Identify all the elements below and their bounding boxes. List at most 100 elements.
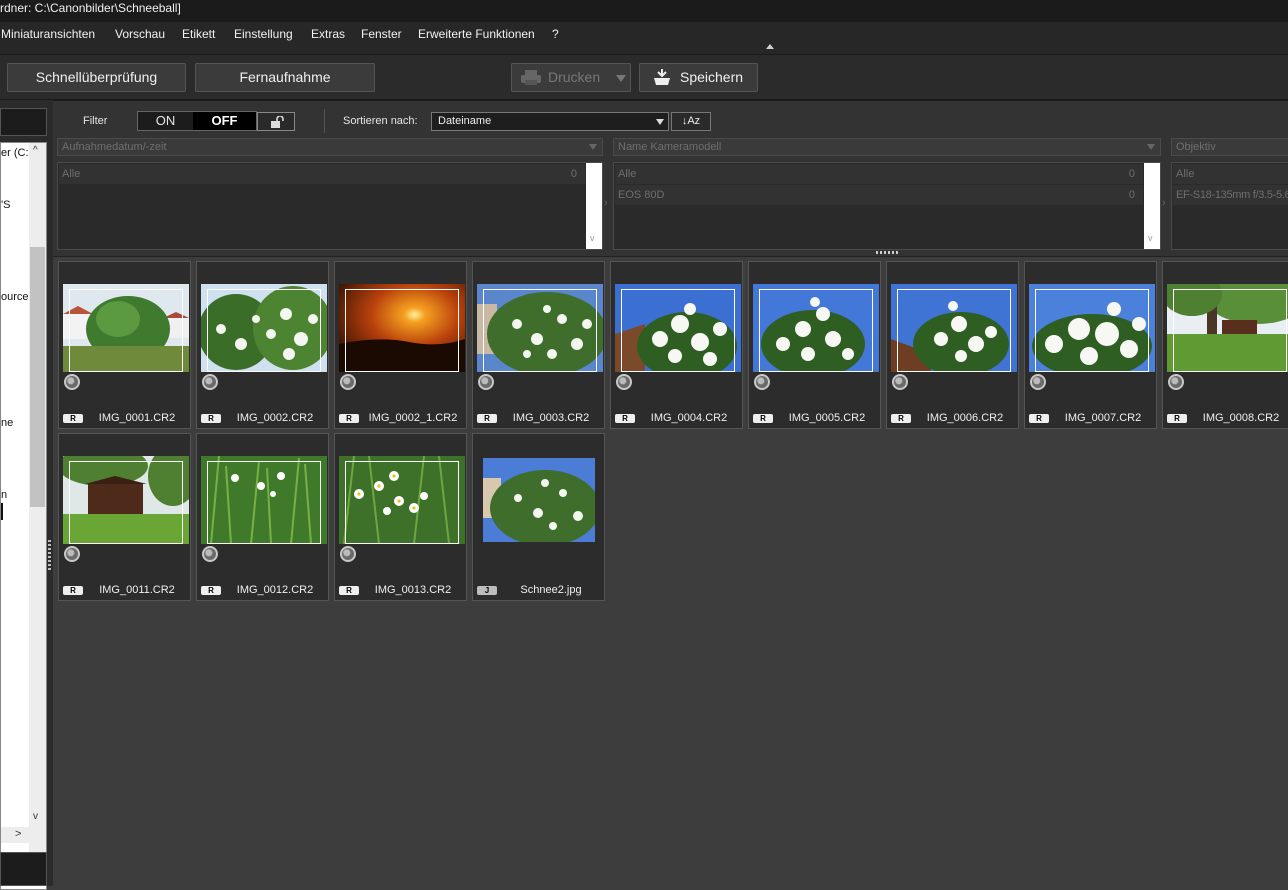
scroll-right-icon[interactable]: > — [15, 828, 21, 840]
filter-bar: Filter ON OFF Sortieren nach: Dateiname … — [53, 100, 1288, 256]
quick-check-button[interactable]: Schnellüberprüfung — [7, 63, 186, 92]
save-download-icon — [654, 69, 670, 85]
menu-bar: Miniaturansichten Vorschau Etikett Einst… — [0, 22, 1288, 54]
chevron-down-icon[interactable] — [616, 75, 626, 82]
filter-row-count: 0 — [570, 168, 577, 180]
main-toolbar: Schnellüberprüfung Fernaufnahme Drucken … — [0, 54, 1288, 100]
filter-column-header[interactable]: Objektiv — [1171, 138, 1288, 156]
file-name: IMG_0004.CR2 — [650, 412, 728, 424]
sort-select[interactable]: Dateiname — [431, 112, 669, 131]
filter-toggle[interactable]: ON OFF — [137, 111, 257, 131]
thumbnail-card[interactable]: R IMG_0002.CR2 — [196, 261, 329, 429]
tree-node[interactable]: ource — [1, 291, 29, 303]
save-label: Speichern — [680, 69, 744, 85]
scroll-up-icon[interactable]: ^ — [33, 145, 38, 156]
collapse-up-icon[interactable] — [766, 44, 774, 49]
thumbnail-frame — [345, 289, 459, 372]
save-button[interactable]: Speichern — [639, 63, 758, 92]
print-label: Drucken — [548, 69, 601, 85]
tree-node[interactable]: 'S — [1, 199, 10, 211]
sort-select-value: Dateiname — [438, 115, 492, 127]
file-type-badge: R — [63, 414, 83, 423]
thumbnail-card[interactable]: R IMG_0005.CR2 — [748, 261, 881, 429]
status-icon — [202, 374, 218, 390]
menu-help[interactable]: ? — [552, 27, 559, 41]
menu-settings[interactable]: Einstellung — [234, 27, 293, 41]
scroll-down-icon[interactable]: v — [1148, 233, 1153, 243]
filter-list[interactable]: Alle 0 v — [57, 162, 603, 250]
scroll-down-icon[interactable]: v — [33, 811, 38, 822]
vertical-scrollbar[interactable]: v — [1144, 163, 1160, 249]
thumbnail-grid: R IMG_0001.CR2 R IMG_0002.CR2 R IMG_0002… — [53, 256, 1288, 886]
thumbnail-card[interactable]: R IMG_0004.CR2 — [610, 261, 743, 429]
tree-node[interactable]: ne — [1, 417, 13, 429]
file-name: IMG_0012.CR2 — [236, 584, 314, 596]
menu-preview[interactable]: Vorschau — [115, 27, 165, 41]
thumbnail-card[interactable]: J Schnee2.jpg — [472, 433, 605, 601]
file-name: IMG_0002_1.CR2 — [368, 412, 458, 424]
divider — [324, 109, 325, 133]
folder-panel-footer — [0, 852, 47, 886]
filter-column-title: Aufnahmedatum/-zeit — [62, 141, 167, 153]
filter-list[interactable]: Alle EF-S18-135mm f/3.5-5.6 — [1171, 162, 1288, 250]
chevron-down-icon — [589, 144, 597, 150]
thumbnail-card[interactable]: R IMG_0003.CR2 — [472, 261, 605, 429]
thumbnail-frame — [483, 289, 597, 372]
folder-tree[interactable]: er (C: 'S ource ne n ^ v > — [0, 142, 47, 890]
thumbnail-card[interactable]: R IMG_0008.CR2 — [1162, 261, 1288, 429]
menu-thumbnails[interactable]: Miniaturansichten — [1, 27, 95, 41]
vertical-scrollbar[interactable]: v — [586, 163, 602, 249]
thumbnail-card[interactable]: R IMG_0011.CR2 — [58, 433, 191, 601]
file-name: IMG_0008.CR2 — [1202, 412, 1280, 424]
thumbnail-card[interactable]: R IMG_0006.CR2 — [886, 261, 1019, 429]
tree-node[interactable]: n — [1, 489, 7, 501]
filter-lock-button[interactable] — [257, 112, 295, 131]
thumbnail-frame — [69, 289, 183, 372]
filter-column-header[interactable]: Aufnahmedatum/-zeit — [57, 138, 603, 156]
filter-off-option[interactable]: OFF — [193, 112, 256, 130]
thumbnail-frame — [1173, 289, 1287, 372]
filter-column-title: Name Kameramodell — [618, 141, 722, 153]
menu-tools[interactable]: Extras — [311, 27, 345, 41]
filter-on-option[interactable]: ON — [138, 112, 193, 130]
sort-label: Sortieren nach: — [343, 115, 418, 127]
scrollbar-thumb[interactable] — [30, 247, 45, 507]
menu-label[interactable]: Etikett — [182, 27, 215, 41]
filter-row[interactable]: Alle — [1173, 164, 1288, 184]
file-type-badge: R — [63, 586, 83, 595]
status-icon — [202, 546, 218, 562]
unlock-icon — [271, 116, 284, 128]
menu-advanced[interactable]: Erweiterte Funktionen — [418, 27, 535, 41]
thumbnail-card[interactable]: R IMG_0001.CR2 — [58, 261, 191, 429]
thumbnail-card[interactable]: R IMG_0002_1.CR2 — [334, 261, 467, 429]
thumbnail-card[interactable]: R IMG_0012.CR2 — [196, 433, 329, 601]
file-name: Schnee2.jpg — [520, 584, 582, 596]
filter-row[interactable]: EOS 80D 0 — [615, 185, 1143, 205]
folder-panel: er (C: 'S ource ne n ^ v > — [0, 100, 53, 890]
thumbnail-card[interactable]: R IMG_0007.CR2 — [1024, 261, 1157, 429]
chevron-right-icon[interactable]: › — [604, 197, 608, 209]
filter-list[interactable]: Alle 0 EOS 80D 0 v — [613, 162, 1161, 250]
thumbnail-card[interactable]: R IMG_0013.CR2 — [334, 433, 467, 601]
file-type-badge: R — [201, 414, 221, 423]
chevron-right-icon[interactable]: › — [1162, 197, 1166, 209]
menu-window[interactable]: Fenster — [361, 27, 402, 41]
thumbnail-image[interactable] — [483, 458, 595, 542]
tree-node[interactable]: er (C: — [1, 147, 29, 159]
horizontal-scrollbar[interactable]: > — [1, 827, 46, 843]
print-button[interactable]: Drucken — [511, 63, 631, 92]
remote-shooting-button[interactable]: Fernaufnahme — [195, 63, 375, 92]
filter-row[interactable]: Alle 0 — [615, 164, 1143, 184]
filter-column-header[interactable]: Name Kameramodell — [613, 138, 1161, 156]
filter-resize-grip[interactable] — [876, 251, 900, 254]
status-icon — [754, 374, 770, 390]
scroll-down-icon[interactable]: v — [590, 233, 595, 243]
sort-order-button[interactable]: ↓Aᴢ — [671, 112, 711, 131]
panel-splitter-handle[interactable] — [48, 540, 51, 570]
filter-row-label: Alle — [618, 168, 637, 180]
file-type-badge: R — [201, 586, 221, 595]
filter-row[interactable]: EF-S18-135mm f/3.5-5.6 — [1173, 185, 1288, 205]
filter-row[interactable]: Alle 0 — [59, 164, 585, 184]
selected-tree-node[interactable] — [1, 503, 3, 520]
thumbnail-frame — [345, 461, 459, 544]
